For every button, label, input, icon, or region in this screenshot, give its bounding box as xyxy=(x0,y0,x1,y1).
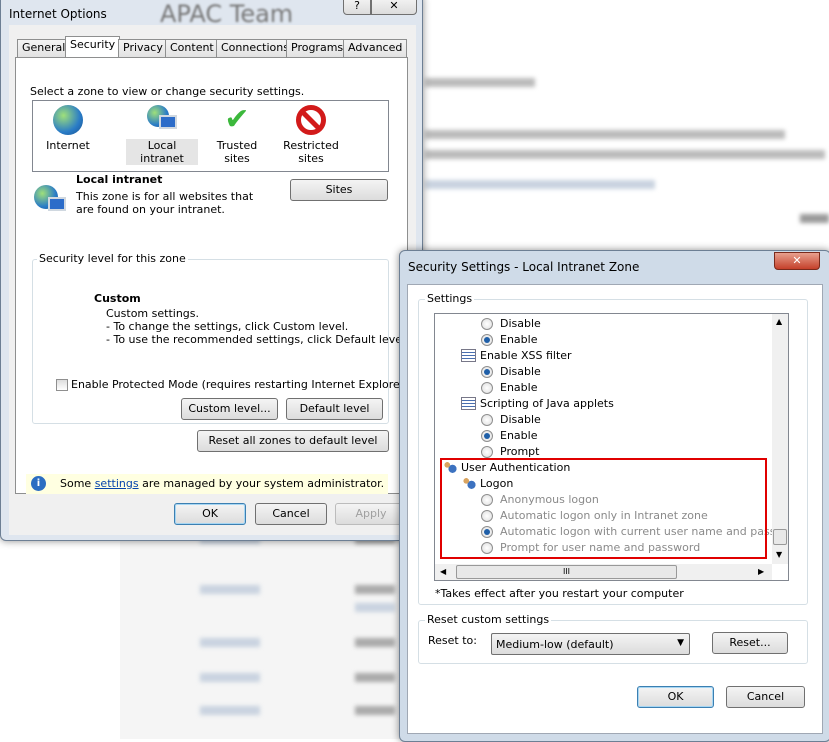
window-title: Internet Options xyxy=(9,7,107,21)
security-tab-panel: Select a zone to view or change security… xyxy=(15,57,409,494)
level-name: Custom xyxy=(94,292,141,305)
security-level-group: Security level for this zone Custom Cust… xyxy=(32,252,409,424)
close-button[interactable]: ✕ xyxy=(371,0,417,15)
default-level-button[interactable]: Default level xyxy=(286,398,383,420)
cancel-button[interactable]: Cancel xyxy=(255,503,327,525)
setting-label: Enable XSS filter xyxy=(480,349,572,362)
settings-page-icon xyxy=(461,397,476,410)
reset-all-zones-button[interactable]: Reset all zones to default level xyxy=(197,430,389,452)
reset-to-dropdown[interactable]: Medium-low (default) ▼ xyxy=(491,633,690,655)
protected-mode-checkbox[interactable] xyxy=(56,379,68,391)
tab-privacy[interactable]: Privacy xyxy=(118,39,168,57)
scroll-right-arrow[interactable]: ▶ xyxy=(758,567,764,576)
scroll-down-arrow[interactable]: ▼ xyxy=(776,550,782,559)
reset-button[interactable]: Reset... xyxy=(712,632,788,654)
setting-label: Enable xyxy=(500,381,538,394)
scroll-thumb[interactable] xyxy=(773,529,787,545)
restricted-icon xyxy=(296,105,326,135)
zone-restricted-sites[interactable]: Restricted sites xyxy=(281,105,341,165)
ok-button[interactable]: OK xyxy=(174,503,246,525)
background-page-title: APAC Team xyxy=(160,0,294,28)
zone-prompt: Select a zone to view or change security… xyxy=(30,85,305,98)
zone-local-intranet[interactable]: Local intranet xyxy=(126,105,198,165)
zone-trusted-sites[interactable]: ✔ Trusted sites xyxy=(203,102,271,166)
scroll-left-arrow[interactable]: ◀ xyxy=(440,567,446,576)
sites-button[interactable]: Sites xyxy=(290,179,388,201)
window-title: Security Settings - Local Intranet Zone xyxy=(408,260,640,274)
radio-button[interactable] xyxy=(481,382,493,394)
checkmark-icon: ✔ xyxy=(224,102,250,137)
zone-name: Local intranet xyxy=(76,173,163,186)
zone-internet[interactable]: Internet xyxy=(43,105,93,152)
radio-button[interactable] xyxy=(481,414,493,426)
restart-note: *Takes effect after you restart your com… xyxy=(435,587,684,600)
scroll-hthumb[interactable]: III xyxy=(456,565,677,579)
info-bar: i Some settings are managed by your syst… xyxy=(26,474,388,494)
tab-general[interactable]: General xyxy=(17,39,71,57)
radio-button[interactable] xyxy=(481,430,493,442)
cancel-button[interactable]: Cancel xyxy=(726,686,805,708)
globe-icon xyxy=(53,105,83,135)
radio-button[interactable] xyxy=(481,446,493,458)
radio-button[interactable] xyxy=(481,318,493,330)
chevron-down-icon: ▼ xyxy=(677,638,684,648)
settings-link[interactable]: settings xyxy=(95,477,139,490)
close-button[interactable]: ✕ xyxy=(774,252,820,270)
ok-button[interactable]: OK xyxy=(637,686,714,708)
settings-page-icon xyxy=(461,349,476,362)
tab-security[interactable]: Security xyxy=(65,36,121,58)
apply-button[interactable]: Apply xyxy=(335,503,407,525)
setting-label: Enable xyxy=(500,429,538,442)
setting-label: Disable xyxy=(500,365,541,378)
tab-advanced[interactable]: Advanced xyxy=(343,39,408,57)
horizontal-scrollbar[interactable]: ◀ III ▶ xyxy=(435,564,772,580)
scroll-up-arrow[interactable]: ▲ xyxy=(776,317,782,326)
help-button[interactable]: ? xyxy=(343,0,371,15)
radio-button[interactable] xyxy=(481,334,493,346)
radio-button[interactable] xyxy=(481,366,493,378)
setting-label: Disable xyxy=(500,413,541,426)
zone-list[interactable]: Internet Local intranet ✔ Trusted sites … xyxy=(32,100,389,172)
vertical-scrollbar[interactable]: ▲ ▼ xyxy=(772,314,788,564)
tab-connections[interactable]: Connections xyxy=(216,39,294,57)
setting-label: Scripting of Java applets xyxy=(480,397,614,410)
user-authentication-highlight xyxy=(440,458,767,559)
tab-programs[interactable]: Programs xyxy=(286,39,349,57)
tab-content[interactable]: Content xyxy=(165,39,219,57)
reset-to-label: Reset to: xyxy=(428,634,477,647)
setting-label: Disable xyxy=(500,317,541,330)
setting-label: Enable xyxy=(500,333,538,346)
intranet-icon xyxy=(34,185,68,219)
protected-mode-label: Enable Protected Mode (requires restarti… xyxy=(71,378,409,391)
zone-description: This zone is for all websites that are f… xyxy=(76,190,254,216)
setting-label: Prompt xyxy=(500,445,540,458)
info-icon: i xyxy=(31,476,46,491)
custom-level-button[interactable]: Custom level... xyxy=(181,398,278,420)
intranet-icon xyxy=(147,105,177,135)
